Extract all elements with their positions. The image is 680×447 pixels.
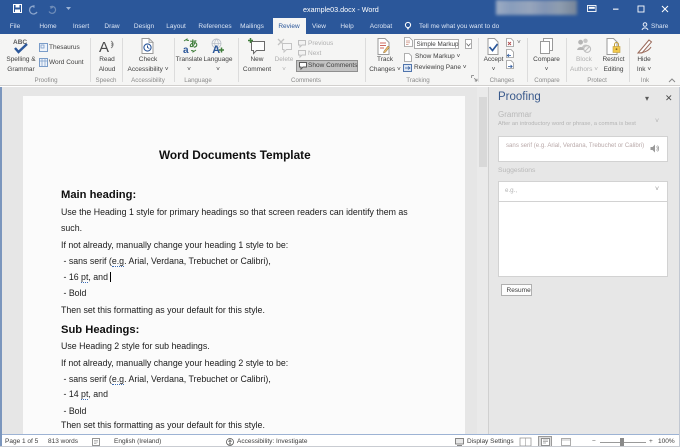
svg-text:あ: あ (189, 39, 198, 49)
svg-text:A: A (99, 39, 109, 56)
